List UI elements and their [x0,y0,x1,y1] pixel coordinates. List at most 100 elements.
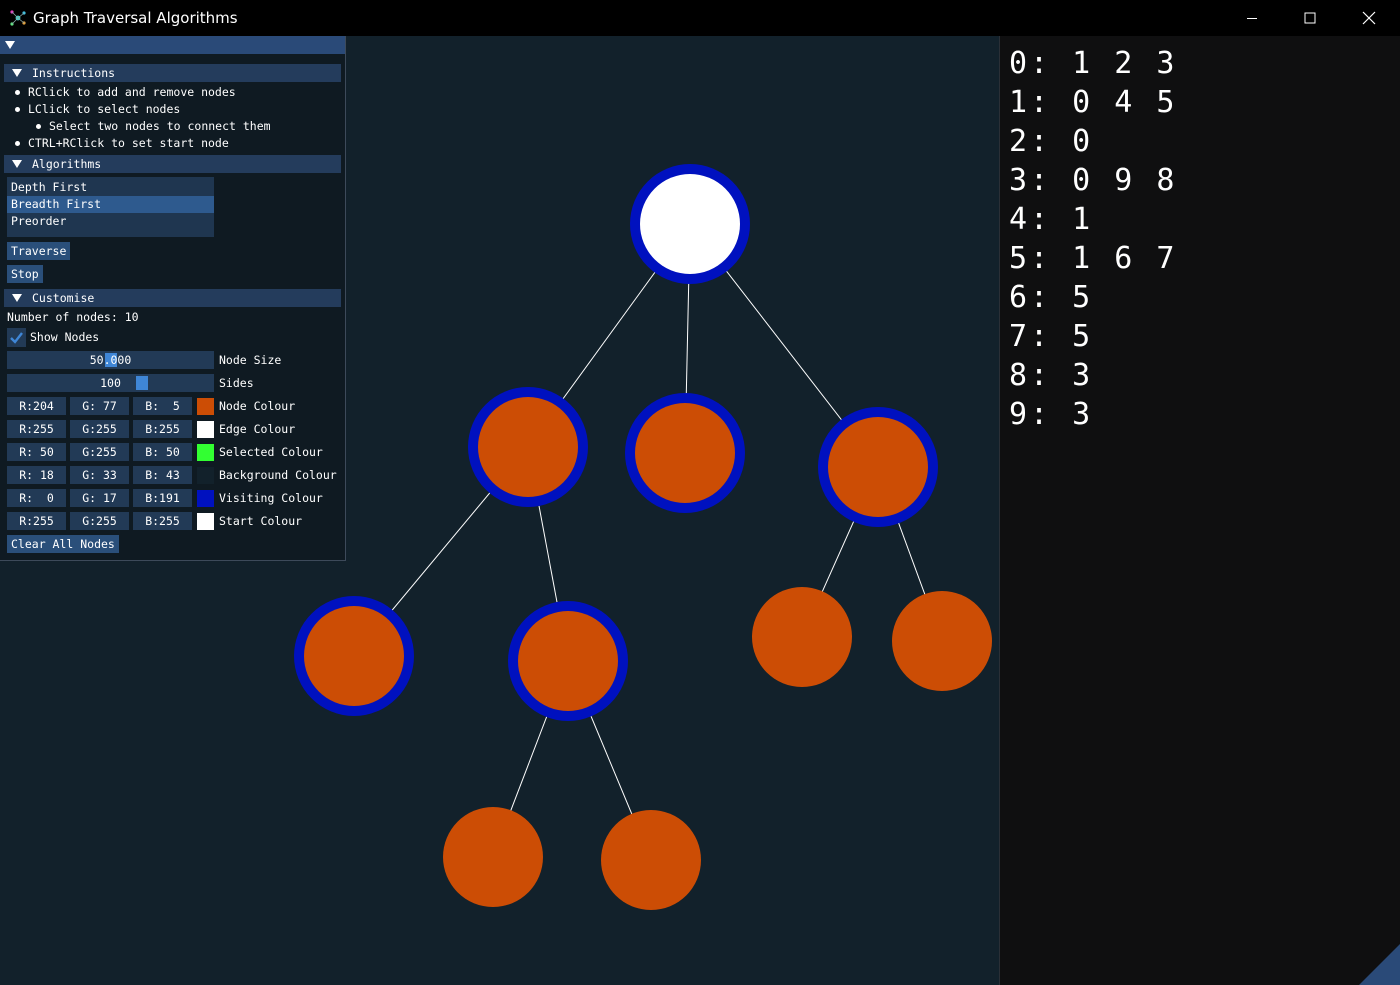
node-size-label: Node Size [219,353,282,367]
algorithm-item-label: Preorder [11,214,67,228]
background-colour-b-field[interactable]: B: 43 [133,466,192,484]
window-titlebar: Graph Traversal Algorithms [0,0,1400,36]
control-panel: Instructions RClick to add and remove no… [0,36,346,561]
graph-node-body[interactable] [892,591,992,691]
visiting-colour-swatch[interactable] [197,490,214,507]
collapse-arrow-icon[interactable] [5,41,15,49]
sides-slider[interactable]: 100 [7,374,214,392]
graph-node-body[interactable] [518,611,618,711]
nodes-layer [294,164,992,910]
resize-grip-icon[interactable] [1359,943,1400,985]
panel-titlebar[interactable] [0,36,345,54]
adjacency-row: 4: 1 [1009,202,1094,237]
graph-node-body[interactable] [635,403,735,503]
graph-node[interactable] [625,393,745,513]
background-colour-swatch[interactable] [197,467,214,484]
adjacency-list-panel: 0: 1 2 3 1: 0 4 5 2: 0 3: 0 9 8 4: 1 5: … [999,36,1400,985]
collapse-arrow-icon [12,294,22,302]
edge-colour-swatch[interactable] [197,421,214,438]
node-colour-label: Node Colour [219,399,296,413]
sides-value: 100 [100,376,121,390]
background-colour-label: Background Colour [219,468,337,482]
visiting-colour-r-field[interactable]: R: 0 [7,489,66,507]
graph-node[interactable] [630,164,750,284]
show-nodes-checkbox[interactable] [7,328,26,347]
graph-node-body[interactable] [828,417,928,517]
background-colour-g-field[interactable]: G: 33 [70,466,129,484]
graph-node-body[interactable] [601,810,701,910]
customise-header[interactable]: Customise [4,289,341,307]
edge-colour-b-field[interactable]: B:255 [133,420,192,438]
algorithm-item-depth-first[interactable]: Depth First [7,179,214,196]
visiting-colour-g-field[interactable]: G: 17 [70,489,129,507]
edges-layer [353,223,943,861]
graph-node[interactable] [443,807,543,907]
graph-node-body[interactable] [304,606,404,706]
collapse-arrow-icon [12,160,22,168]
algorithm-item-preorder[interactable]: Preorder [7,213,214,230]
node-colour-swatch[interactable] [197,398,214,415]
adjacency-row: 9: 3 [1009,397,1094,432]
algorithm-item-label: Breadth First [11,197,102,211]
node-size-slider[interactable]: 50.000 [7,351,214,369]
customise-header-label: Customise [32,291,95,305]
algorithm-listbox[interactable]: Depth First Breadth First Preorder [7,177,214,237]
node-size-value: 50.000 [89,353,132,367]
minimize-icon [1247,18,1257,19]
graph-node[interactable] [601,810,701,910]
graph-node[interactable] [294,596,414,716]
maximize-button[interactable] [1281,0,1339,36]
window-title: Graph Traversal Algorithms [33,9,238,27]
graph-node-body[interactable] [478,397,578,497]
selected-colour-swatch[interactable] [197,444,214,461]
node-colour-r-field[interactable]: R:204 [7,397,66,415]
adjacency-row: 3: 0 9 8 [1009,163,1178,198]
clear-all-nodes-button[interactable]: Clear All Nodes [7,535,119,553]
maximize-icon [1304,12,1316,24]
adjacency-row: 2: 0 [1009,124,1094,159]
algorithms-header[interactable]: Algorithms [4,155,341,173]
minimize-button[interactable] [1223,0,1281,36]
graph-node-body[interactable] [752,587,852,687]
algorithm-item-breadth-first[interactable]: Breadth First [7,196,214,213]
close-icon [1362,11,1376,25]
graph-node[interactable] [892,591,992,691]
close-button[interactable] [1340,0,1398,36]
graph-node[interactable] [508,601,628,721]
edge-colour-r-field[interactable]: R:255 [7,420,66,438]
graph-start-node[interactable] [640,174,740,274]
selected-colour-g-field[interactable]: G:255 [70,443,129,461]
selected-colour-b-field[interactable]: B: 50 [133,443,192,461]
algorithm-item-label: Depth First [11,180,88,194]
edge-colour-g-field[interactable]: G:255 [70,420,129,438]
graph-node-body[interactable] [443,807,543,907]
start-colour-swatch[interactable] [197,513,214,530]
graph-node[interactable] [468,387,588,507]
selected-colour-r-field[interactable]: R: 50 [7,443,66,461]
background-colour-r-field[interactable]: R: 18 [7,466,66,484]
node-colour-b-field[interactable]: B: 5 [133,397,192,415]
instructions-header-label: Instructions [32,66,116,80]
bullet-icon [15,90,20,95]
visiting-colour-b-field[interactable]: B:191 [133,489,192,507]
algorithms-header-label: Algorithms [32,157,102,171]
graph-node[interactable] [752,587,852,687]
traverse-button[interactable]: Traverse [7,242,71,260]
node-colour-g-field[interactable]: G: 77 [70,397,129,415]
start-colour-r-field[interactable]: R:255 [7,512,66,530]
show-nodes-label: Show Nodes [30,330,100,344]
edge-colour-label: Edge Colour [219,422,296,436]
stop-button[interactable]: Stop [7,265,43,283]
start-colour-g-field[interactable]: G:255 [70,512,129,530]
start-colour-label: Start Colour [219,514,303,528]
app-icon [10,10,26,26]
adjacency-row: 8: 3 [1009,358,1094,393]
instructions-header[interactable]: Instructions [4,64,341,82]
sides-label: Sides [219,376,254,390]
adjacency-row: 0: 1 2 3 [1009,46,1178,81]
instruction-line: Select two nodes to connect them [49,119,271,133]
bullet-icon [15,107,20,112]
graph-node[interactable] [818,407,938,527]
collapse-arrow-icon [12,69,22,77]
start-colour-b-field[interactable]: B:255 [133,512,192,530]
